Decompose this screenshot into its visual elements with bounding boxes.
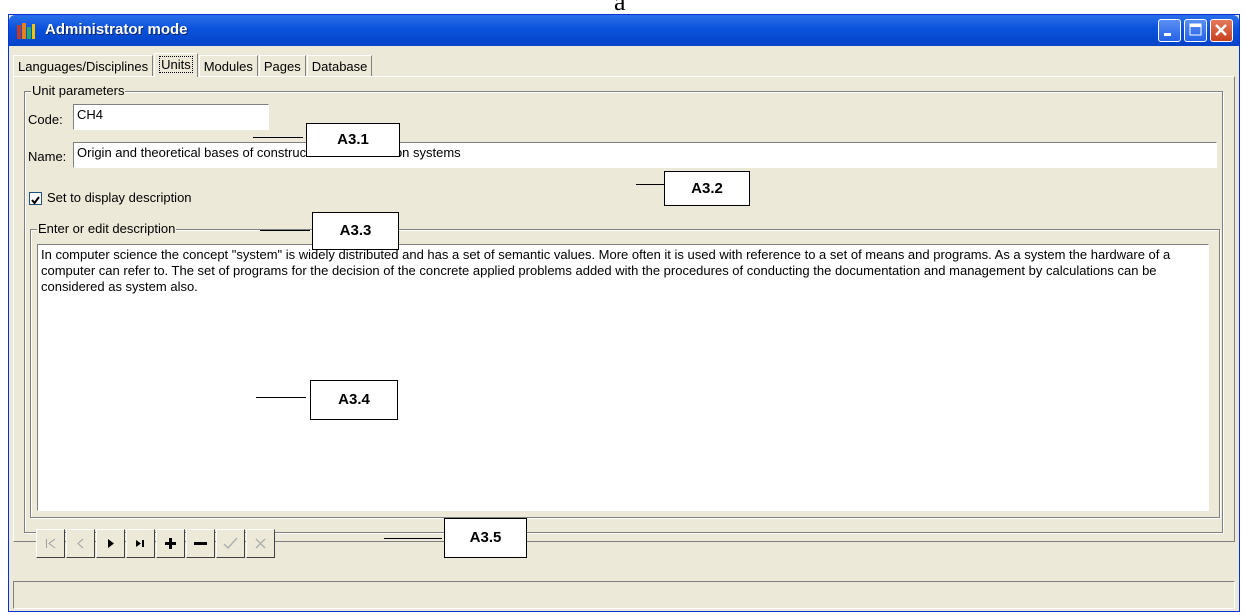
minimize-button[interactable] <box>1158 19 1181 42</box>
display-description-label: Set to display description <box>47 190 192 205</box>
callout-a31-leader <box>253 137 303 138</box>
tab-strip: Languages/Disciplines Units Modules Page… <box>13 53 373 77</box>
tab-label: Units <box>159 56 193 73</box>
maximize-button[interactable] <box>1184 19 1207 42</box>
callout-a32: A3.2 <box>664 171 750 206</box>
callout-a34-leader <box>256 397 306 398</box>
name-field[interactable]: Origin and theoretical bases of construc… <box>73 142 1217 168</box>
post-edit-button[interactable] <box>216 529 245 558</box>
insert-record-icon <box>165 538 176 549</box>
checkmark-icon <box>31 196 40 205</box>
callout-a33: A3.3 <box>312 212 399 250</box>
cancel-edit-icon <box>255 538 266 549</box>
tab-languages-disciplines[interactable]: Languages/Disciplines <box>13 55 154 76</box>
description-group: Enter or edit description In computer sc… <box>30 221 1220 518</box>
display-description-checkbox[interactable] <box>29 192 42 205</box>
first-record-icon <box>46 538 56 549</box>
first-record-button[interactable] <box>36 529 65 558</box>
tab-label: Modules <box>203 59 253 74</box>
callout-a35-leader <box>384 538 442 539</box>
prior-record-icon <box>77 538 84 549</box>
delete-record-button[interactable] <box>186 529 215 558</box>
callout-a34: A3.4 <box>310 380 398 420</box>
insert-record-button[interactable] <box>156 529 185 558</box>
units-tab-panel: Unit parameters Code: CH4 Name: Origin a… <box>13 76 1235 542</box>
callout-a32-leader <box>636 184 664 185</box>
close-icon <box>1215 24 1227 36</box>
callout-a33-leader <box>260 230 310 231</box>
tab-database[interactable]: Database <box>306 55 373 76</box>
next-record-icon <box>108 539 114 548</box>
code-label: Code: <box>28 112 63 127</box>
unit-parameters-title: Unit parameters <box>31 83 126 98</box>
delete-record-icon <box>194 542 207 545</box>
title-bar[interactable]: Administrator mode <box>9 15 1239 46</box>
minimize-icon <box>1164 33 1171 36</box>
callout-a35: A3.5 <box>444 518 527 558</box>
callout-a31: A3.1 <box>306 123 400 157</box>
tab-modules[interactable]: Modules <box>198 55 258 76</box>
post-edit-icon <box>223 537 238 550</box>
description-title: Enter or edit description <box>37 221 177 236</box>
tab-label: Languages/Disciplines <box>18 59 149 74</box>
window-title: Administrator mode <box>45 21 188 38</box>
tab-pages[interactable]: Pages <box>258 55 306 76</box>
status-bar <box>13 581 1235 609</box>
cancel-edit-button[interactable] <box>246 529 275 558</box>
tab-units[interactable]: Units <box>154 53 198 77</box>
code-field[interactable]: CH4 <box>73 104 269 130</box>
unit-parameters-group: Unit parameters Code: CH4 Name: Origin a… <box>24 83 1223 533</box>
last-record-button[interactable] <box>126 529 155 558</box>
close-button[interactable] <box>1210 19 1233 42</box>
record-navigator <box>36 529 276 558</box>
app-icon <box>17 23 35 39</box>
tab-label: Database <box>311 59 368 74</box>
tab-label: Pages <box>263 59 301 74</box>
administrator-window: Administrator mode Languages/Disciplines… <box>8 14 1240 612</box>
prior-record-button[interactable] <box>66 529 95 558</box>
description-memo[interactable]: In computer science the concept "system"… <box>37 244 1209 511</box>
name-label: Name: <box>28 149 67 164</box>
last-record-icon <box>136 540 144 547</box>
maximize-icon <box>1189 23 1202 36</box>
next-record-button[interactable] <box>96 529 125 558</box>
